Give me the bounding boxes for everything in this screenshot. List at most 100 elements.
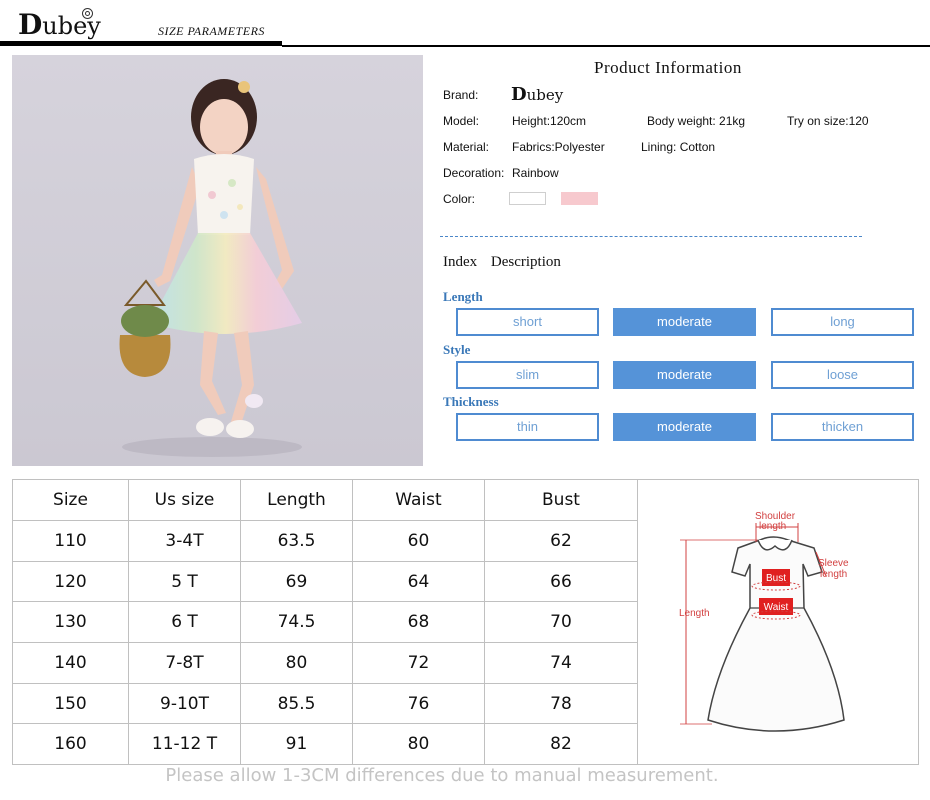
cell-bust: 74 bbox=[484, 642, 638, 684]
thickness-option-thicken[interactable]: thicken bbox=[771, 413, 914, 441]
sleeve-label-2: length bbox=[820, 569, 847, 580]
brand-label: Brand: bbox=[443, 88, 479, 102]
logo-initial: D bbox=[18, 8, 43, 41]
header-rule-thick bbox=[0, 41, 282, 46]
header-rule-thin bbox=[282, 45, 930, 47]
dress-measurement-icon: Shoulder length Sleeve length Bust Waist… bbox=[679, 511, 849, 732]
brand-logo-initial: D bbox=[511, 84, 527, 105]
length-option-moderate[interactable]: moderate bbox=[613, 308, 756, 336]
table-row: 140 7-8T 80 72 74 bbox=[12, 642, 638, 684]
cell-us-size: 5 T bbox=[128, 560, 241, 603]
brand-logo-text: ubey bbox=[526, 86, 564, 104]
table-row: 120 5 T 69 64 66 bbox=[12, 560, 638, 603]
decoration-value: Rainbow bbox=[512, 166, 559, 180]
length-label: Length bbox=[679, 608, 710, 619]
cell-size: 110 bbox=[12, 520, 129, 562]
style-option-moderate[interactable]: moderate bbox=[613, 361, 756, 389]
model-try-on-size: Try on size:120 bbox=[787, 114, 869, 128]
cell-waist: 64 bbox=[352, 560, 485, 603]
floor-shadow bbox=[122, 437, 302, 457]
index-description-title: Index Description bbox=[443, 254, 561, 270]
sleeve-label: Sleeve bbox=[818, 558, 849, 569]
shoulder-label-2: length bbox=[759, 521, 786, 532]
cell-length: 85.5 bbox=[240, 682, 353, 725]
product-info-title: Product Information bbox=[594, 58, 742, 77]
waist-label: Waist bbox=[764, 602, 789, 613]
cell-length: 91 bbox=[240, 723, 353, 766]
cell-waist: 68 bbox=[352, 601, 485, 644]
cell-length: 74.5 bbox=[240, 601, 353, 644]
left-shoe bbox=[196, 418, 224, 436]
material-fabrics: Fabrics:Polyester bbox=[512, 140, 605, 154]
style-option-slim[interactable]: slim bbox=[456, 361, 599, 389]
left-leg bbox=[200, 331, 226, 415]
length-option-long[interactable]: long bbox=[771, 308, 914, 336]
thickness-label: Thickness bbox=[443, 394, 499, 409]
section-title: SIZE PARAMETERS bbox=[158, 24, 265, 38]
table-header-row: Size Us size Length Waist Bust bbox=[12, 479, 638, 521]
model-body-weight: Body weight: 21kg bbox=[647, 114, 746, 128]
style-option-loose[interactable]: loose bbox=[771, 361, 914, 389]
color-swatch-pink[interactable] bbox=[561, 192, 598, 205]
cell-waist: 80 bbox=[352, 723, 485, 766]
bodice-flower bbox=[208, 191, 216, 199]
color-swatch-white[interactable] bbox=[509, 192, 546, 205]
thickness-option-moderate[interactable]: moderate bbox=[613, 413, 756, 441]
style-label: Style bbox=[443, 342, 471, 357]
cell-waist: 72 bbox=[352, 642, 485, 684]
cell-us-size: 7-8T bbox=[128, 642, 241, 684]
thickness-option-thin[interactable]: thin bbox=[456, 413, 599, 441]
cell-us-size: 3-4T bbox=[128, 520, 241, 562]
right-leg bbox=[230, 331, 254, 427]
cell-waist: 60 bbox=[352, 520, 485, 562]
girl-in-rainbow-tulle-dress-photo bbox=[119, 79, 302, 457]
shoe-flower bbox=[245, 394, 263, 408]
brand-logo-small: Dubey bbox=[511, 84, 563, 105]
cell-size: 130 bbox=[12, 601, 129, 644]
cell-size: 160 bbox=[12, 723, 129, 766]
logo-swirl-icon bbox=[82, 8, 93, 19]
material-lining: Lining: Cotton bbox=[641, 140, 716, 154]
decoration-label: Decoration: bbox=[443, 166, 505, 180]
cell-us-size: 11-12 T bbox=[128, 723, 241, 766]
model-label: Model: bbox=[443, 114, 480, 128]
cell-bust: 78 bbox=[484, 682, 638, 725]
cell-us-size: 9-10T bbox=[128, 682, 241, 725]
cell-size: 120 bbox=[12, 560, 129, 603]
cell-bust: 70 bbox=[484, 601, 638, 644]
cell-bust: 82 bbox=[484, 723, 638, 766]
bodice-flower bbox=[237, 204, 243, 210]
color-label: Color: bbox=[443, 192, 476, 206]
right-shoe bbox=[226, 420, 254, 438]
bodice-flower bbox=[220, 211, 228, 219]
size-chart-table: Size Us size Length Waist Bust 110 3-4T … bbox=[12, 479, 638, 766]
measurement-diagram: Shoulder length Sleeve length Bust Waist… bbox=[637, 479, 919, 765]
basket-greenery bbox=[121, 305, 169, 337]
basket bbox=[119, 335, 171, 377]
length-option-short[interactable]: short bbox=[456, 308, 599, 336]
header-size: Size bbox=[12, 479, 129, 521]
cell-bust: 62 bbox=[484, 520, 638, 562]
header-waist: Waist bbox=[352, 479, 485, 521]
cell-us-size: 6 T bbox=[128, 601, 241, 644]
header-bust: Bust bbox=[484, 479, 638, 521]
measurement-footnote: Please allow 1-3CM differences due to ma… bbox=[165, 765, 719, 786]
product-photo bbox=[12, 55, 423, 466]
header-us-size: Us size bbox=[128, 479, 241, 521]
table-row: 110 3-4T 63.5 60 62 bbox=[12, 520, 638, 562]
length-label: Length bbox=[443, 289, 483, 304]
table-row: 130 6 T 74.5 68 70 bbox=[12, 601, 638, 644]
section-divider bbox=[440, 236, 862, 237]
cell-size: 140 bbox=[12, 642, 129, 684]
dress-bodice bbox=[194, 154, 254, 235]
header: Dubey SIZE PARAMETERS bbox=[0, 0, 930, 50]
cell-length: 80 bbox=[240, 642, 353, 684]
cell-waist: 76 bbox=[352, 682, 485, 725]
cell-bust: 66 bbox=[484, 560, 638, 603]
bodice-flower bbox=[228, 179, 236, 187]
model-height: Height:120cm bbox=[512, 114, 587, 128]
material-label: Material: bbox=[443, 140, 490, 154]
header-length: Length bbox=[240, 479, 353, 521]
table-row: 150 9-10T 85.5 76 78 bbox=[12, 682, 638, 725]
hair-accessory bbox=[238, 81, 250, 93]
